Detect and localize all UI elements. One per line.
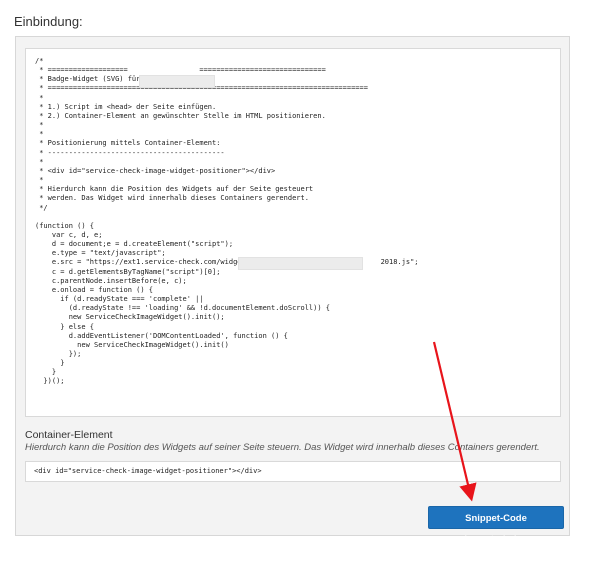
container-snippet-field[interactable]: <div id="service-check-image-widget-posi… xyxy=(25,461,561,482)
section-title: Einbindung: xyxy=(14,14,83,29)
container-element-label: Container-Element xyxy=(25,429,113,441)
redacted-url-block xyxy=(238,257,363,270)
embed-panel: /* * =================== ===============… xyxy=(15,36,570,545)
redacted-name-block xyxy=(139,75,215,88)
code-snippet-box[interactable]: /* * =================== ===============… xyxy=(25,48,561,417)
container-element-description: Hierdurch kann die Position des Widgets … xyxy=(25,442,540,453)
download-snippet-button[interactable]: Snippet-Code herunterladen xyxy=(428,506,564,545)
code-snippet-text[interactable]: /* * =================== ===============… xyxy=(26,49,560,387)
